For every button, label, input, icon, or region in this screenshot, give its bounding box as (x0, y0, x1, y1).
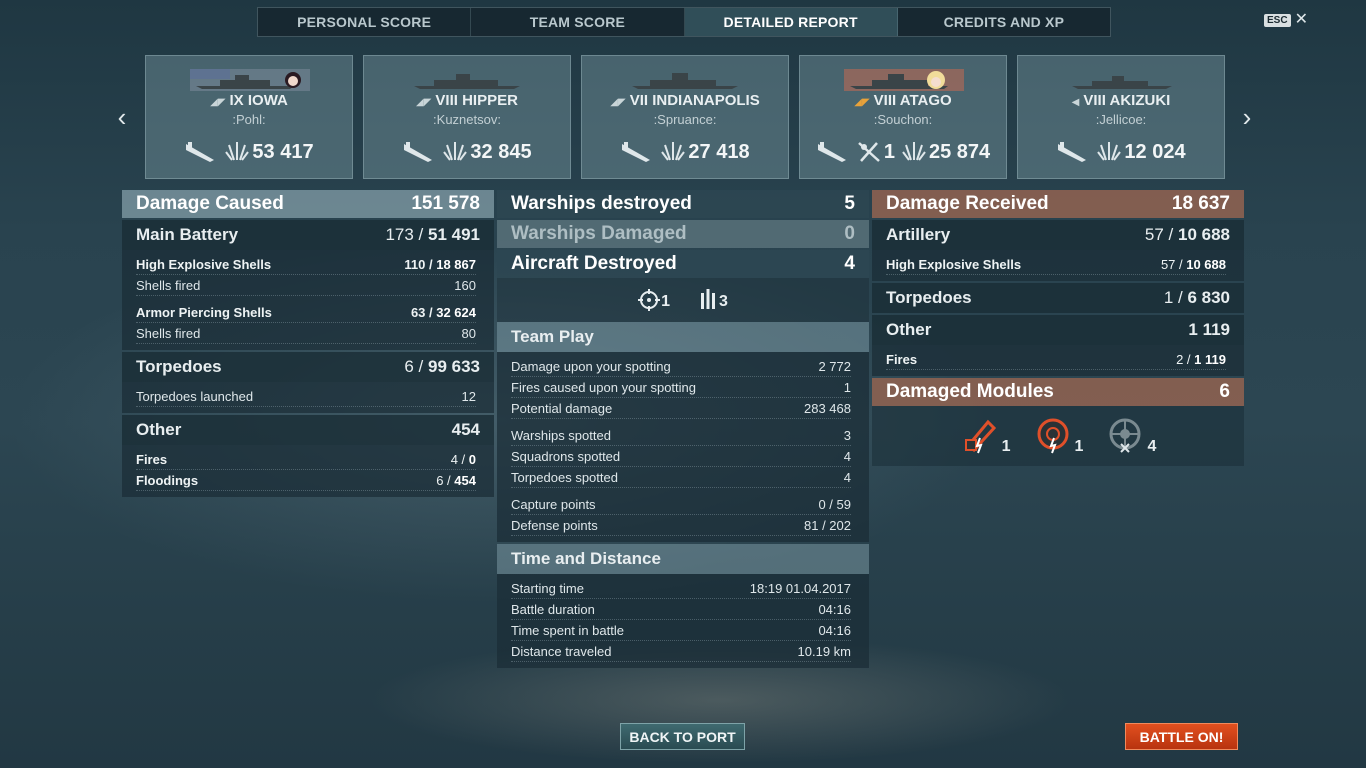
player-name: :Souchon: (873, 112, 933, 127)
plane-destroyed-icon (858, 142, 880, 162)
tab-personal-score[interactable]: PERSONAL SCORE (258, 8, 472, 36)
ship-name: ◢◤ VIII HIPPER (416, 92, 518, 109)
damage-caused-header: Damage Caused 151 578 (122, 190, 494, 218)
artillery-details: High Explosive Shells 57 / 10 688 (872, 250, 1244, 281)
close-icon[interactable]: ✕ (1295, 12, 1308, 28)
sunk-ship-icon (186, 142, 215, 162)
next-arrow-icon[interactable]: › (1237, 104, 1257, 130)
player-name: :Spruance: (653, 112, 717, 127)
damage-value: 27 418 (688, 140, 750, 163)
crosshair-icon (638, 289, 661, 311)
esc-key-label: ESC (1264, 13, 1291, 27)
ship-card[interactable]: ◢◤ VII INDIANAPOLIS :Spruance: 27 418 (581, 55, 789, 179)
ship-name: ◀ VIII AKIZUKI (1071, 92, 1171, 109)
damage-value: 53 417 (252, 140, 314, 163)
time-distance-header: Time and Distance (497, 544, 869, 574)
sunk-ship-icon (1058, 142, 1087, 162)
tab-detailed-report[interactable]: DETAILED REPORT (684, 8, 898, 36)
artillery-header: Artillery 57 / 10 688 (872, 220, 1244, 250)
damage-caused-panel: Damage Caused 151 578 Main Battery 173 / … (122, 190, 494, 497)
ship-silhouette-icon (414, 74, 520, 89)
ship-silhouette-icon (190, 69, 310, 91)
damage-burst-icon (1097, 142, 1122, 161)
ship-card-list: ◢◤ IX IOWA :Pohl: 53 417 ◢◤ VIII HIPPER :K… (145, 55, 1225, 179)
previous-arrow-icon[interactable]: ‹ (112, 104, 132, 130)
damage-value: 12 024 (1124, 140, 1186, 163)
battle-on-button[interactable]: BATTLE ON! (1125, 723, 1238, 750)
other-details: Fires 4 / 0 Floodings 6 / 454 (122, 445, 494, 497)
tab-team-score[interactable]: TEAM SCORE (471, 8, 685, 36)
gun-module-icon (964, 419, 996, 454)
close-button[interactable]: ESC ✕ (1264, 12, 1308, 28)
sunk-ship-icon (817, 142, 846, 162)
ship-card[interactable]: ◀ VIII AKIZUKI :Jellicoe: 12 024 (1017, 55, 1225, 179)
time-distance-details: Starting time 18:19 01.04.2017 Battle dur… (497, 574, 869, 668)
received-other-details: Fires 2 / 1 119 (872, 345, 1244, 376)
damage-burst-icon (225, 142, 250, 161)
main-battery-header: Main Battery 173 / 51 491 (122, 220, 494, 250)
main-battery-details: High Explosive Shells 110 / 18 867 Shells… (122, 250, 494, 350)
damage-value: 25 874 (928, 140, 991, 163)
team-play-header: Team Play (497, 322, 869, 352)
player-name: :Pohl: (232, 112, 266, 127)
ship-silhouette-icon (844, 69, 964, 91)
middle-panel: Warships destroyed 5 Warships Damaged 0 Ai… (497, 190, 869, 668)
received-other-header: Other 1 119 (872, 315, 1244, 345)
damaged-modules-row: 1 1 4 (872, 406, 1244, 466)
ship-name: ◢◤ VII INDIANAPOLIS (610, 92, 760, 109)
torpedoes-header: Torpedoes 6 / 99 633 (122, 352, 494, 382)
ship-card[interactable]: ◢◤ VIII ATAGO :Souchon: 1 25 874 (799, 55, 1007, 179)
ship-silhouette-icon (1072, 76, 1172, 89)
torpedoes-details: Torpedoes launched 12 (122, 382, 494, 413)
damage-received-header: Damage Received 18 637 (872, 190, 1244, 218)
warships-damaged-header: Warships Damaged 0 (497, 220, 869, 248)
ship-card[interactable]: ◢◤ IX IOWA :Pohl: 53 417 (145, 55, 353, 179)
engine-module-icon (1037, 418, 1069, 454)
ship-card[interactable]: ◢◤ VIII HIPPER :Kuznetsov: 32 845 (363, 55, 571, 179)
damaged-modules-header: Damaged Modules 6 (872, 378, 1244, 406)
other-header: Other 454 (122, 415, 494, 445)
sunk-ship-icon (622, 142, 651, 162)
tab-bar: PERSONAL SCORE TEAM SCORE DETAILED REPOR… (257, 7, 1111, 37)
received-torpedoes-header: Torpedoes 1 / 6 830 (872, 283, 1244, 313)
warships-destroyed-header: Warships destroyed 5 (497, 190, 869, 218)
damage-burst-icon (902, 142, 926, 161)
ship-name: ◢◤ IX IOWA (210, 92, 288, 109)
aircraft-destroyed-header: Aircraft Destroyed 4 (497, 250, 869, 278)
aircraft-icons-row: 1 3 (497, 278, 869, 322)
squadron-icon (701, 289, 715, 309)
planes-destroyed-value: 1 (883, 140, 895, 163)
damage-value: 32 845 (470, 140, 532, 163)
sunk-ship-icon (404, 142, 433, 162)
steering-module-icon (1109, 418, 1141, 453)
damage-received-panel: Damage Received 18 637 Artillery 57 / 10 … (872, 190, 1244, 466)
damage-burst-icon (661, 142, 686, 161)
ship-name: ◢◤ VIII ATAGO (854, 92, 952, 109)
damage-burst-icon (443, 142, 468, 161)
tab-credits-and-xp[interactable]: CREDITS AND XP (898, 8, 1110, 36)
back-to-port-button[interactable]: BACK TO PORT (620, 723, 745, 750)
team-play-details: Damage upon your spotting 2 772 Fires cau… (497, 352, 869, 542)
player-name: :Kuznetsov: (433, 112, 501, 127)
ship-silhouette-icon (632, 73, 738, 89)
player-name: :Jellicoe: (1095, 112, 1147, 127)
